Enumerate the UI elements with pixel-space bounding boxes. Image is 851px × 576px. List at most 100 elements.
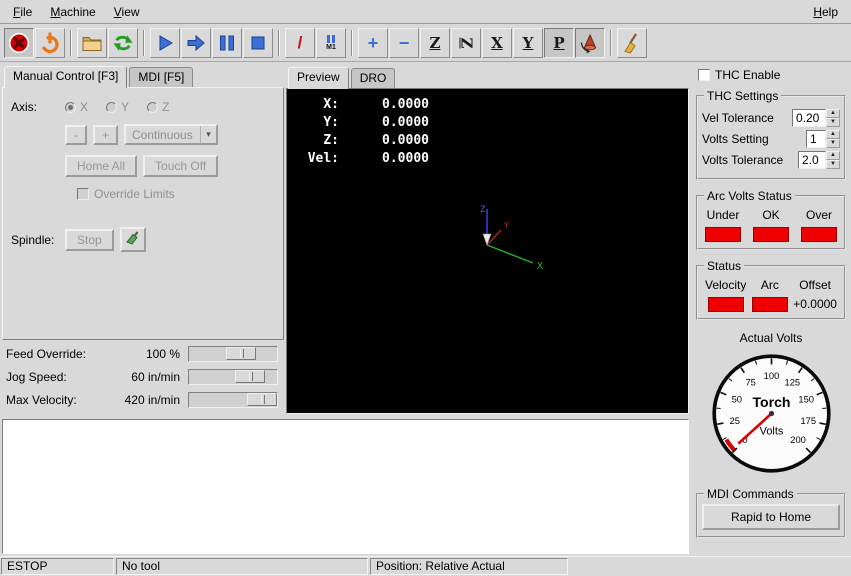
over-indicator [801, 227, 837, 242]
top-row: Manual Control [F3] MDI [F5] Axis: X [0, 62, 691, 414]
sliders-section: Feed Override: 100 % Jog Speed: 60 in/mi… [2, 340, 284, 414]
max-velocity-handle[interactable] [247, 393, 277, 406]
machine-power-button[interactable] [35, 28, 65, 58]
menu-file[interactable]: File [4, 2, 41, 22]
spindle-brush-button[interactable] [120, 227, 146, 252]
step-icon [185, 32, 207, 54]
arc-volts-status-title: Arc Volts Status [704, 189, 795, 203]
zoom-out-button[interactable]: − [389, 28, 419, 58]
svg-text:Y: Y [504, 221, 509, 230]
max-velocity-slider[interactable] [188, 392, 278, 408]
svg-text:Z: Z [480, 205, 486, 215]
toolbar-separator [278, 30, 280, 56]
step-button[interactable] [181, 28, 211, 58]
menu-view[interactable]: View [105, 2, 149, 22]
spindle-stop-button[interactable]: Stop [65, 229, 114, 251]
letter-y-icon: Y [523, 34, 534, 52]
menu-help[interactable]: Help [804, 2, 847, 22]
vel-tolerance-spinner: 0.20 ▲▼ [792, 109, 840, 127]
preview-panel: Preview DRO X:0.0000 Y:0.0000 Z:0.0000 V… [284, 62, 691, 414]
rapid-to-home-button[interactable]: Rapid to Home [702, 504, 840, 530]
tab-dro[interactable]: DRO [351, 68, 396, 88]
spin-down-icon[interactable]: ▼ [826, 118, 840, 127]
spin-up-icon[interactable]: ▲ [826, 130, 840, 139]
volts-tolerance-spinner: 2.0 ▲▼ [798, 151, 840, 169]
optional-pause-toggle[interactable]: M1 [316, 28, 346, 58]
jog-speed-row: Jog Speed: 60 in/min [6, 368, 278, 385]
feed-override-value: 100 % [114, 347, 180, 361]
jog-speed-handle[interactable] [235, 370, 265, 383]
volts-setting-label: Volts Setting [702, 132, 769, 146]
volts-tolerance-input[interactable]: 2.0 [798, 151, 826, 169]
rotate-view-button[interactable] [575, 28, 605, 58]
arc-volts-status-group: Arc Volts Status Under OK Over [696, 189, 846, 250]
offset-status: Offset +0.0000 [793, 278, 837, 312]
tab-manual-control[interactable]: Manual Control [F3] [4, 66, 127, 88]
vel-tolerance-input[interactable]: 0.20 [792, 109, 826, 127]
touch-off-button[interactable]: Touch Off [143, 155, 218, 177]
tab-preview[interactable]: Preview [288, 67, 349, 89]
mdi-commands-group: MDI Commands Rapid to Home [696, 487, 846, 538]
home-all-button[interactable]: Home All [65, 155, 137, 177]
toolbar-separator [70, 30, 72, 56]
run-button[interactable] [150, 28, 180, 58]
preview-tabbar: Preview DRO [286, 64, 689, 88]
pause-icon [216, 32, 238, 54]
axis-radio-y[interactable]: Y [106, 100, 129, 114]
toolbar-separator [351, 30, 353, 56]
jog-plus-button[interactable]: + [93, 125, 118, 145]
jog-minus-button[interactable]: - [65, 125, 87, 145]
axis-radio-x[interactable]: X [65, 100, 88, 114]
main-area: Manual Control [F3] MDI [F5] Axis: X [0, 62, 851, 556]
view-z-button[interactable]: Z [420, 28, 450, 58]
estop-button[interactable] [4, 28, 34, 58]
thc-enable-checkbox[interactable]: THC Enable [698, 68, 844, 82]
stop-button[interactable] [243, 28, 273, 58]
gauge-title: Torch [752, 394, 790, 410]
override-limits-checkbox[interactable]: Override Limits [77, 187, 175, 201]
feed-override-row: Feed Override: 100 % [6, 345, 278, 362]
spin-down-icon[interactable]: ▼ [826, 139, 840, 148]
letter-z-rotated-icon: Z [457, 37, 475, 48]
arc-status: Arc [752, 278, 788, 312]
tab-mdi[interactable]: MDI [F5] [129, 67, 193, 87]
spin-up-icon[interactable]: ▲ [826, 109, 840, 118]
spin-down-icon[interactable]: ▼ [826, 160, 840, 169]
rotate-cone-icon [579, 32, 601, 54]
open-file-button[interactable] [77, 28, 107, 58]
view-z-rotated-button[interactable]: Z [451, 28, 481, 58]
view-x-button[interactable]: X [482, 28, 512, 58]
jog-mode-select[interactable]: Continuous ▾ [124, 124, 218, 145]
clear-plot-button[interactable] [617, 28, 647, 58]
skip-lines-toggle[interactable]: / [285, 28, 315, 58]
feed-override-label: Feed Override: [6, 347, 106, 361]
message-output[interactable] [2, 419, 689, 554]
feed-override-slider[interactable] [188, 346, 278, 362]
menu-machine[interactable]: Machine [41, 2, 104, 22]
feed-override-handle[interactable] [226, 347, 256, 360]
under-indicator [705, 227, 741, 242]
jog-speed-slider[interactable] [188, 369, 278, 385]
ok-status: OK [753, 208, 789, 242]
letter-p-icon: P [553, 34, 564, 52]
pause-button[interactable] [212, 28, 242, 58]
power-icon [39, 32, 61, 54]
estop-icon [8, 32, 30, 54]
manual-control-panel: Manual Control [F3] MDI [F5] Axis: X [0, 62, 284, 414]
reload-file-button[interactable] [108, 28, 138, 58]
view-y-button[interactable]: Y [513, 28, 543, 58]
spin-up-icon[interactable]: ▲ [826, 151, 840, 160]
axis-radio-z[interactable]: Z [147, 100, 169, 114]
reload-icon [112, 32, 134, 54]
svg-text:25: 25 [729, 416, 739, 426]
zoom-in-button[interactable]: + [358, 28, 388, 58]
svg-text:75: 75 [745, 377, 755, 387]
preview-canvas[interactable]: X:0.0000 Y:0.0000 Z:0.0000 Vel:0.0000 Z … [286, 88, 689, 414]
view-perspective-button[interactable]: P [544, 28, 574, 58]
volts-setting-input[interactable]: 1 [806, 130, 826, 148]
thc-settings-title: THC Settings [704, 89, 781, 103]
gauge-subtitle: Volts [759, 425, 783, 437]
velocity-indicator [708, 297, 744, 312]
jog-speed-label: Jog Speed: [6, 370, 106, 384]
broom-icon [621, 32, 643, 54]
